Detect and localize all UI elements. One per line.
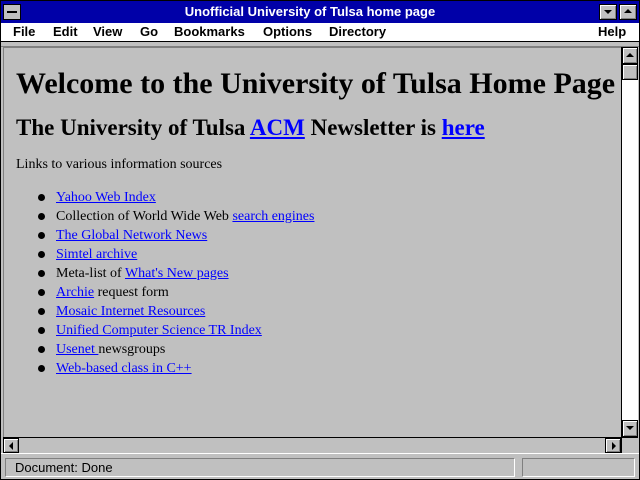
bullet-icon [38, 232, 45, 239]
links-intro: Links to various information sources [16, 157, 223, 172]
status-bar: Document: Done [1, 453, 639, 479]
link-archie[interactable]: Archie [56, 285, 94, 300]
link-cpp-class[interactable]: Web-based class in C++ [56, 361, 192, 376]
vertical-scroll-thumb[interactable] [622, 64, 638, 80]
vertical-scrollbar[interactable] [621, 47, 638, 437]
system-menu-button[interactable] [3, 4, 21, 20]
bullet-icon [38, 213, 45, 220]
bullet-icon [38, 327, 45, 334]
menu-options[interactable]: Options [263, 23, 312, 41]
link-usenet[interactable]: Usenet [56, 342, 98, 357]
arrow-down-icon [626, 426, 634, 430]
menu-directory[interactable]: Directory [329, 23, 386, 41]
newsletter-middle: Newsletter is [304, 115, 442, 140]
list-item: Collection of World Wide Web search engi… [16, 207, 616, 226]
link-suffix: newsgroups [98, 342, 166, 357]
maximize-icon [624, 9, 632, 13]
list-item: Unified Computer Science TR Index [16, 321, 616, 340]
scroll-left-button[interactable] [3, 438, 19, 453]
bullet-icon [38, 251, 45, 258]
vertical-scroll-track[interactable] [622, 64, 638, 420]
newsletter-prefix: The University of Tulsa [16, 115, 250, 140]
link-prefix: Collection of World Wide Web [56, 209, 233, 224]
scrollbar-corner [621, 437, 638, 453]
menu-file[interactable]: File [13, 23, 35, 41]
link-mosaic-resources[interactable]: Mosaic Internet Resources [56, 304, 205, 319]
bullet-icon [38, 308, 45, 315]
minimize-icon [604, 10, 612, 14]
links-list: Yahoo Web Index Collection of World Wide… [16, 188, 616, 378]
menu-help[interactable]: Help [598, 23, 626, 41]
menu-bookmarks[interactable]: Bookmarks [174, 23, 245, 41]
acm-link[interactable]: ACM [250, 115, 305, 140]
arrow-right-icon [612, 442, 616, 450]
arrow-left-icon [9, 442, 13, 450]
progress-indicator [522, 458, 635, 477]
link-global-network-news[interactable]: The Global Network News [56, 228, 207, 243]
list-item: Archie request form [16, 283, 616, 302]
link-yahoo[interactable]: Yahoo Web Index [56, 190, 156, 205]
title-bar[interactable]: Unofficial University of Tulsa home page [1, 1, 639, 23]
scroll-down-button[interactable] [622, 420, 638, 437]
horizontal-scroll-track[interactable] [19, 438, 605, 453]
list-item: Simtel archive [16, 245, 616, 264]
bullet-icon [38, 289, 45, 296]
bullet-icon [38, 365, 45, 372]
link-suffix: request form [94, 285, 169, 300]
system-menu-icon [7, 11, 17, 13]
menu-bar: File Edit View Go Bookmarks Options Dire… [1, 23, 639, 42]
browser-window: Unofficial University of Tulsa home page… [0, 0, 640, 480]
window-title: Unofficial University of Tulsa home page [184, 4, 436, 19]
minimize-button[interactable] [599, 4, 617, 20]
menu-view[interactable]: View [93, 23, 122, 41]
scroll-right-button[interactable] [605, 438, 621, 453]
document-view: Welcome to the University of Tulsa Home … [3, 47, 622, 437]
horizontal-scrollbar[interactable] [3, 437, 621, 453]
link-whats-new[interactable]: What's New pages [125, 266, 229, 281]
scroll-up-button[interactable] [622, 47, 638, 64]
list-item: Yahoo Web Index [16, 188, 616, 207]
list-item: Usenet newsgroups [16, 340, 616, 359]
link-cs-tr-index[interactable]: Unified Computer Science TR Index [56, 323, 262, 338]
menu-edit[interactable]: Edit [53, 23, 78, 41]
list-item: The Global Network News [16, 226, 616, 245]
list-item: Meta-list of What's New pages [16, 264, 616, 283]
menu-go[interactable]: Go [140, 23, 158, 41]
newsletter-heading: The University of Tulsa ACM Newsletter i… [16, 114, 616, 142]
link-search-engines[interactable]: search engines [232, 209, 314, 224]
bullet-icon [38, 270, 45, 277]
bullet-icon [38, 346, 45, 353]
page-title: Welcome to the University of Tulsa Home … [16, 67, 616, 100]
arrow-up-icon [626, 53, 634, 57]
newsletter-here-link[interactable]: here [442, 115, 485, 140]
list-item: Web-based class in C++ [16, 359, 616, 378]
page-content: Welcome to the University of Tulsa Home … [16, 66, 616, 378]
maximize-button[interactable] [619, 4, 637, 20]
link-prefix: Meta-list of [56, 266, 125, 281]
status-text: Document: Done [5, 458, 515, 477]
link-simtel-archive[interactable]: Simtel archive [56, 247, 137, 262]
bullet-icon [38, 194, 45, 201]
list-item: Mosaic Internet Resources [16, 302, 616, 321]
